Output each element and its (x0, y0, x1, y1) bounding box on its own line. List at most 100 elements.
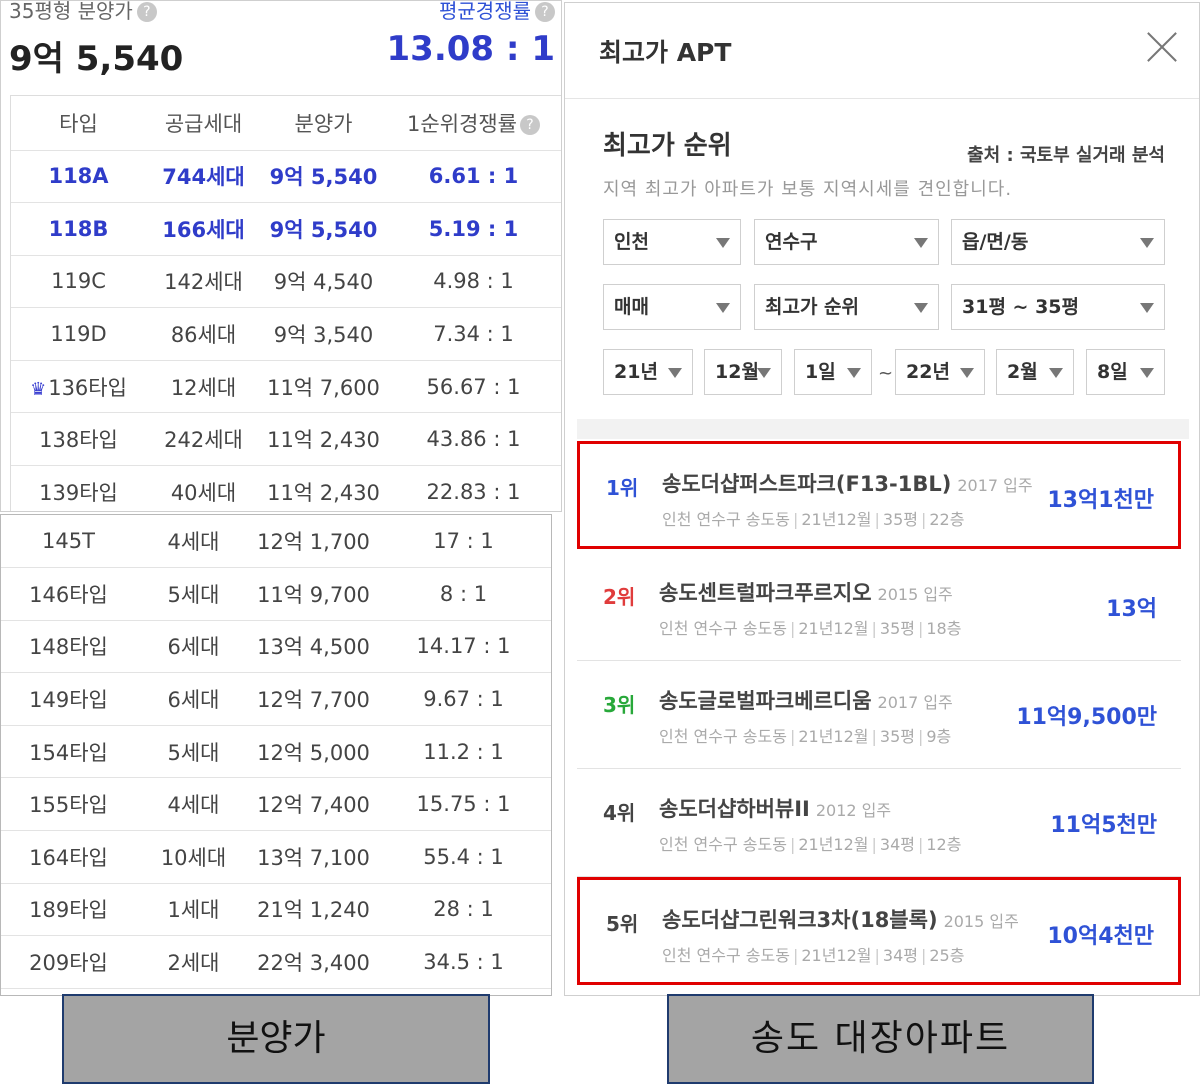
cell-competition: 15.75 : 1 (376, 777, 551, 832)
cell-units-text: 166세대 (162, 217, 245, 242)
close-icon[interactable] (1143, 27, 1181, 65)
apt-date: 21년12월 (801, 946, 872, 965)
cell-type-text: 146타입 (29, 582, 108, 607)
from-year-value: 21년 (614, 361, 658, 383)
cell-type-text: 145T (42, 529, 95, 554)
cell-units: 744세대 (146, 150, 261, 204)
apt-region: 인천 연수구 송도동 (659, 727, 787, 746)
supply-table-continued: 145T 4세대 12억 1,700 17 : 1 146타입 5세대 11억 9,700 8… (1, 515, 551, 989)
to-year-value: 22년 (906, 361, 950, 383)
help-icon[interactable]: ? (535, 2, 555, 22)
divider (565, 98, 1199, 99)
price-label: 35평형 분양가? (9, 0, 157, 24)
rank-number: 4위 (603, 801, 636, 825)
cell-price-text: 11억 2,430 (267, 480, 380, 505)
rank-item-2[interactable]: 2위 송도센트럴파크푸르지오 2015 입주 인천 연수구 송도동 | 21년12월 |… (577, 553, 1181, 661)
help-icon[interactable]: ? (519, 114, 540, 135)
caption-right: 송도 대장아파트 (667, 994, 1094, 1084)
cell-competition: 11.2 : 1 (376, 725, 551, 779)
apt-year: 2015 입주 (943, 912, 1019, 931)
cell-units-text: 2세대 (167, 951, 220, 976)
apt-name-text: 송도더샵그린워크3차(18블록) (662, 908, 938, 932)
cell-competition-text: 56.67 : 1 (426, 374, 521, 399)
apt-name: 송도더샵그린워크3차(18블록) 2015 입주 (662, 904, 1019, 934)
ranking-description: 지역 최고가 아파트가 보통 지역시세를 견인합니다. (603, 179, 1013, 200)
help-icon[interactable]: ? (136, 2, 157, 22)
competition-label: 평균경쟁률? (439, 1, 555, 24)
to-day-select[interactable]: 8일 (1086, 349, 1165, 395)
apt-region: 인천 연수구 송도동 (662, 510, 790, 529)
cell-units-text: 142세대 (164, 270, 243, 295)
table-row: 138타입 242세대 11억 2,430 43.86 : 1 (11, 412, 561, 467)
city-select[interactable]: 인천 (603, 219, 741, 265)
supply-table: 타입 공급세대 분양가 1순위경쟁률? 118A 744세대 9억 5,540 6.6… (11, 96, 561, 511)
cell-competition-text: 15.75 : 1 (416, 792, 511, 817)
rank-item-4[interactable]: 4위 송도더샵하버뷰II 2012 입주 인천 연수구 송도동 | 21년12월 | 34… (577, 769, 1181, 877)
cell-competition-text: 28 : 1 (433, 897, 494, 922)
cell-price-text: 11억 9,700 (257, 582, 370, 607)
size-select[interactable]: 31평 ~ 35평 (951, 284, 1165, 330)
cell-units: 6세대 (136, 620, 251, 674)
header-price: 분양가 (261, 96, 386, 151)
from-day-select[interactable]: 1일 (794, 349, 872, 395)
table-row: 155타입 4세대 12억 7,400 15.75 : 1 (1, 777, 551, 832)
trade-type-select[interactable]: 매매 (603, 284, 741, 330)
cell-type: 118B (11, 202, 146, 256)
cell-competition: 14.17 : 1 (376, 620, 551, 674)
chevron-down-icon (757, 368, 771, 378)
cell-price-text: 9억 4,540 (273, 270, 374, 295)
apt-price: 11억5천만 (1050, 813, 1157, 838)
from-year-select[interactable]: 21년 (603, 349, 693, 395)
cell-units: 4세대 (136, 515, 251, 569)
supply-table-top: 타입 공급세대 분양가 1순위경쟁률? 118A 744세대 9억 5,540 6.6… (10, 95, 561, 511)
apt-details: 인천 연수구 송도동 | 21년12월 | 35평 | 9층 (659, 727, 952, 746)
cell-units-text: 4세대 (167, 530, 220, 555)
cell-units-text: 6세대 (167, 635, 220, 660)
cell-type-text: 154타입 (29, 740, 108, 765)
cell-price: 12억 7,700 (251, 672, 376, 726)
table-row: 164타입 10세대 13억 7,100 55.4 : 1 (1, 830, 551, 884)
chevron-down-icon (960, 368, 974, 378)
chevron-down-icon (914, 303, 928, 313)
cell-units-text: 1세대 (167, 898, 220, 923)
to-month-select[interactable]: 2월 (996, 349, 1074, 395)
apt-price: 13억 (1106, 597, 1157, 622)
cell-competition: 17 : 1 (376, 515, 551, 569)
cell-units: 2세대 (136, 935, 251, 989)
cell-type: 119D (11, 307, 146, 361)
rank-item-1[interactable]: 1위 송도더샵퍼스트파크(F13-1BL) 2017 입주 인천 연수구 송도동 |… (577, 441, 1181, 549)
cell-price: 11억 2,430 (261, 465, 386, 511)
cell-price-text: 9억 5,540 (269, 217, 378, 242)
to-year-select[interactable]: 22년 (895, 349, 985, 395)
cell-price-text: 9억 3,540 (273, 323, 374, 348)
rank-item-5[interactable]: 5위 송도더샵그린워크3차(18블록) 2015 입주 인천 연수구 송도동 | 21… (577, 877, 1181, 985)
cell-competition: 34.5 : 1 (376, 935, 551, 989)
district-select[interactable]: 연수구 (754, 219, 939, 265)
apt-date: 21년12월 (798, 619, 869, 638)
rank-item-3[interactable]: 3위 송도글로벌파크베르디움 2017 입주 인천 연수구 송도동 | 21년12월 |… (577, 661, 1181, 769)
cell-competition-text: 43.86 : 1 (426, 427, 521, 452)
price-label-text: 35평형 분양가 (9, 0, 133, 23)
cell-type-text: 119C (51, 269, 106, 294)
cell-type: 146타입 (1, 567, 136, 621)
cell-type: 154타입 (1, 725, 136, 779)
from-month-select[interactable]: 12월 (704, 349, 782, 395)
dong-select[interactable]: 읍/면/동 (951, 219, 1165, 265)
cell-units: 40세대 (146, 465, 261, 511)
cell-competition-text: 22.83 : 1 (426, 479, 521, 504)
apt-details: 인천 연수구 송도동 | 21년12월 | 34평 | 25층 (662, 946, 965, 965)
cell-type: 155타입 (1, 777, 136, 832)
cell-competition-text: 9.67 : 1 (423, 687, 504, 712)
cell-units-text: 744세대 (162, 165, 245, 190)
table-row: 139타입 40세대 11억 2,430 22.83 : 1 (11, 465, 561, 511)
sort-select[interactable]: 최고가 순위 (754, 284, 939, 330)
cell-price: 13억 7,100 (251, 830, 376, 884)
cell-price-text: 12억 5,000 (257, 740, 370, 765)
cell-price: 9억 5,540 (261, 202, 386, 256)
apt-price: 11억9,500만 (1016, 705, 1157, 730)
cell-competition-text: 55.4 : 1 (423, 844, 504, 869)
cell-price-text: 13억 4,500 (257, 635, 370, 660)
cell-type: 149타입 (1, 672, 136, 726)
table-row: 149타입 6세대 12억 7,700 9.67 : 1 (1, 672, 551, 726)
cell-competition: 7.34 : 1 (386, 307, 561, 361)
